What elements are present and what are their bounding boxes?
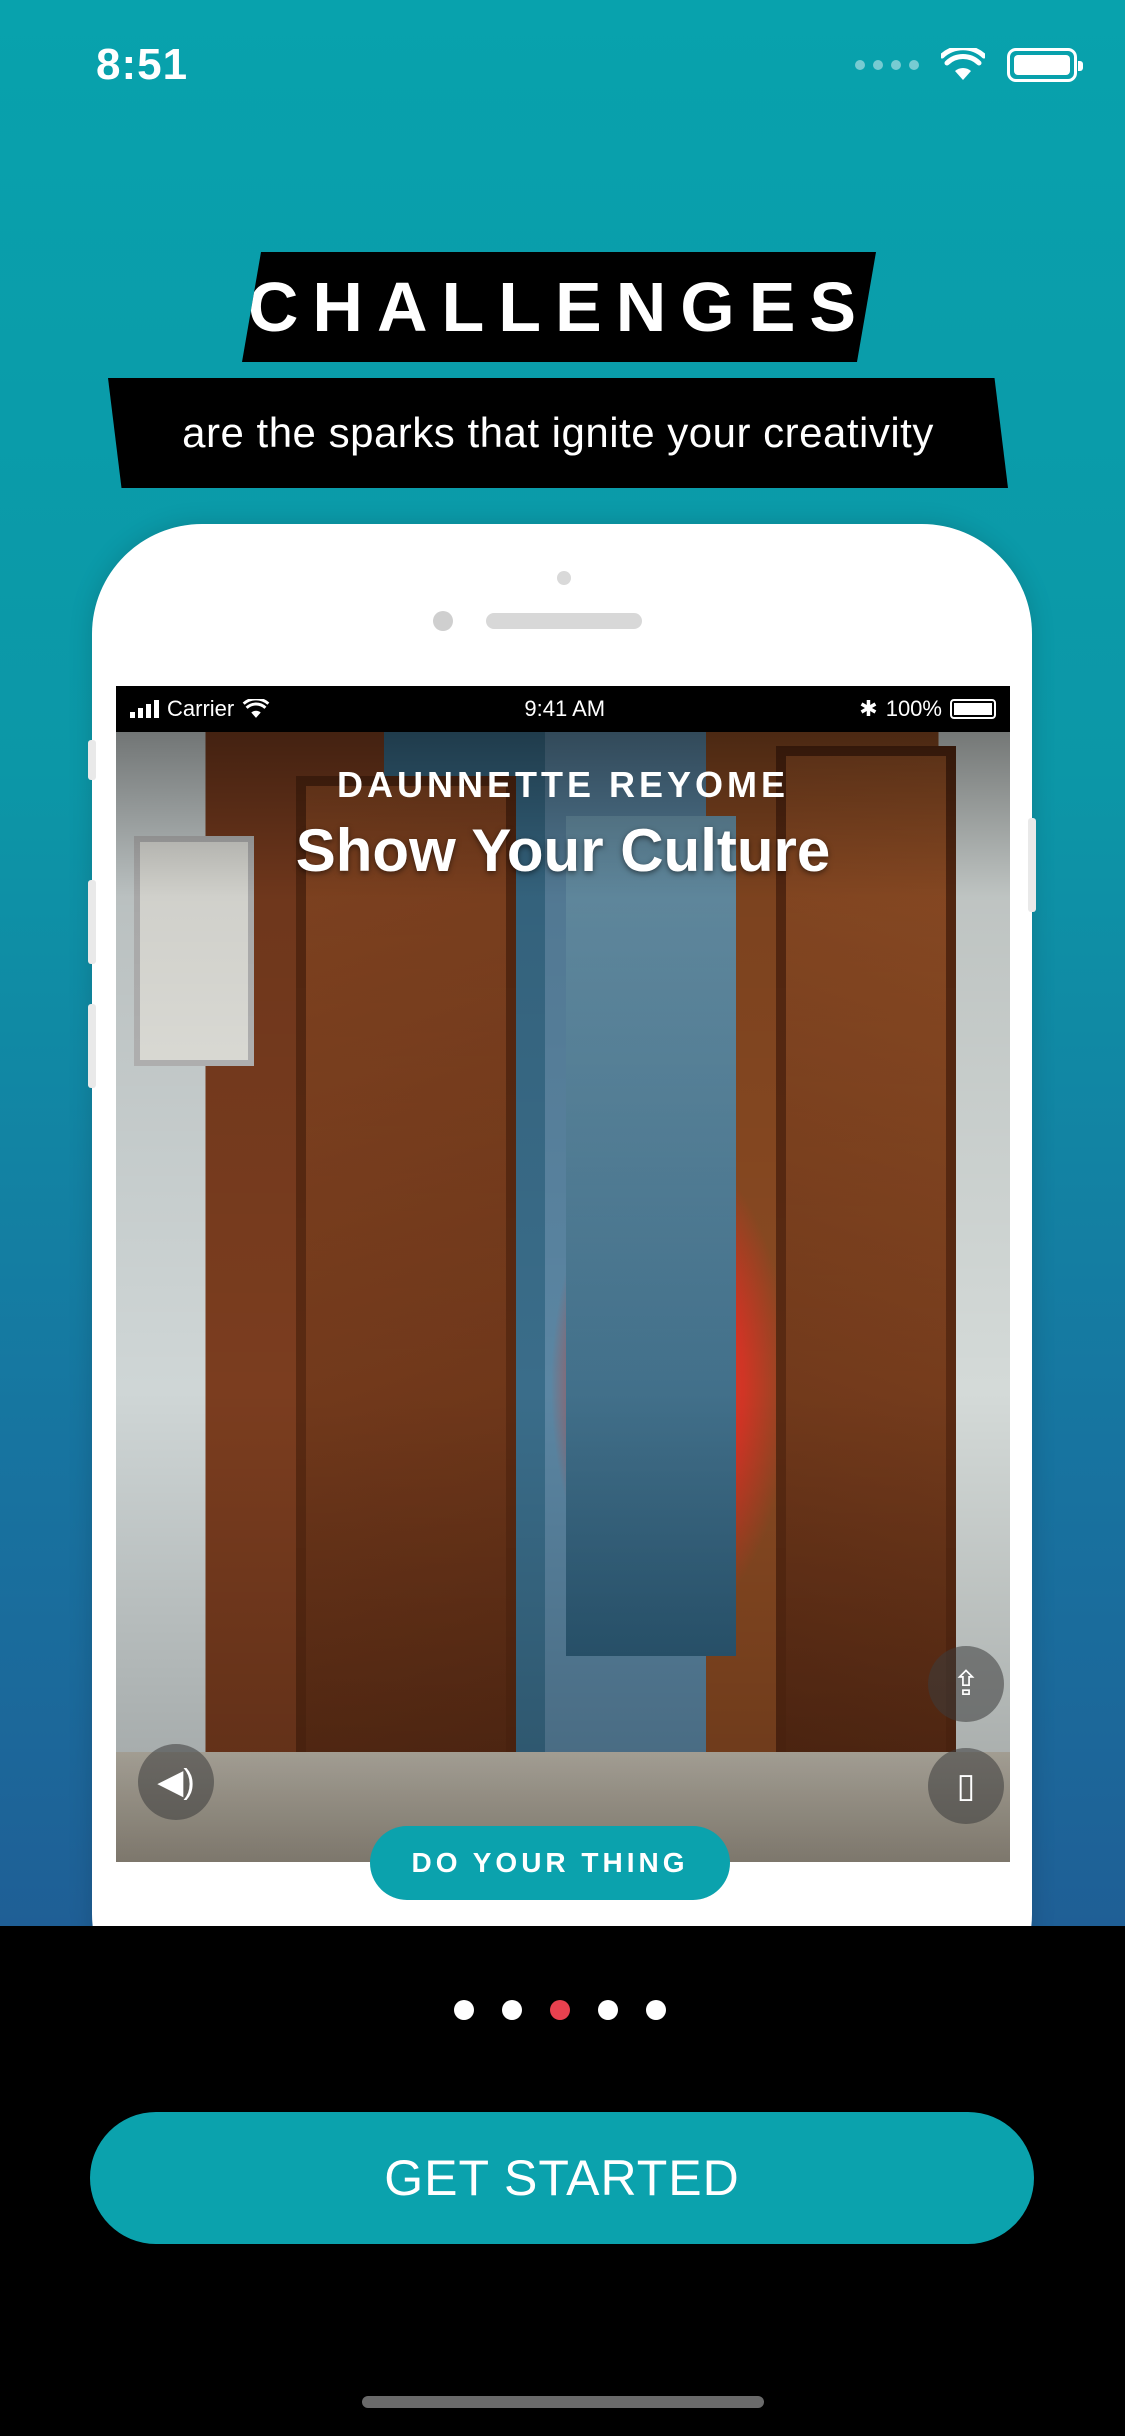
page-dot-1[interactable]	[454, 2000, 474, 2020]
mockup-carrier: Carrier	[167, 696, 235, 721]
status-indicators	[855, 48, 1083, 82]
page-dot-4[interactable]	[598, 2000, 618, 2020]
phone-power-button	[1028, 818, 1036, 912]
page-dot-5[interactable]	[646, 2000, 666, 2020]
page-dot-2[interactable]	[502, 2000, 522, 2020]
phone-front-camera	[433, 611, 453, 631]
onboarding-hero: 8:51 CHALLENGES are the sparks that igni…	[0, 0, 1125, 1926]
phone-volume-up	[88, 880, 96, 964]
challenge-author: DAUNNETTE REYOME	[336, 764, 790, 805]
volume-icon: ◀)	[138, 1744, 214, 1820]
battery-icon	[1007, 48, 1083, 82]
phone-speaker	[486, 613, 642, 629]
mockup-status-bar: Carrier 9:41 AM ✱ 100%	[116, 686, 1010, 732]
get-started-button[interactable]: GET STARTED	[90, 2112, 1034, 2244]
cellular-signal-icon	[855, 60, 919, 70]
page-dot-3-active[interactable]	[550, 2000, 570, 2020]
phone-sensor	[557, 571, 571, 585]
phone-volume-down	[88, 1004, 96, 1088]
bookmark-icon: ▯	[928, 1748, 1004, 1824]
mockup-battery-text: 100%	[885, 696, 942, 721]
challenge-title: Show Your Culture	[295, 817, 831, 884]
status-time: 8:51	[96, 40, 189, 89]
mockup-bluetooth-icon: ✱	[859, 696, 878, 721]
phone-mute-switch	[88, 740, 96, 780]
page-indicator[interactable]	[454, 2000, 666, 2020]
mockup-signal-icon	[130, 700, 159, 718]
mockup-battery-icon	[949, 699, 996, 719]
headline-subtitle: are the sparks that ignite your creativi…	[108, 378, 1008, 488]
mockup-wifi-icon	[242, 699, 270, 718]
mockup-screen: Carrier 9:41 AM ✱ 100% DAUNNETTE REYOME …	[116, 686, 1010, 1862]
wifi-icon	[941, 48, 985, 80]
do-your-thing-button: DO YOUR THING	[370, 1826, 730, 1900]
share-icon: ⇪	[928, 1646, 1004, 1722]
mockup-time: 9:41 AM	[524, 696, 606, 721]
headline-title: CHALLENGES	[242, 252, 876, 362]
home-indicator[interactable]	[362, 2396, 764, 2408]
